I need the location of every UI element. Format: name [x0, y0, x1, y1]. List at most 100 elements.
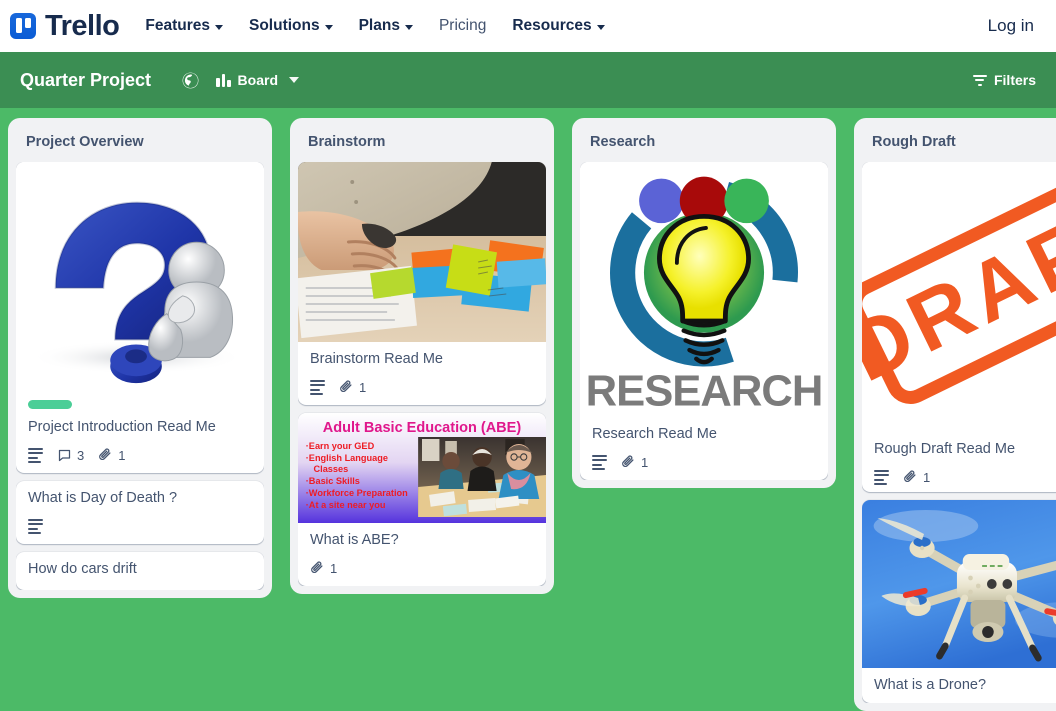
nav-item-plans-label: Plans: [358, 17, 400, 34]
card-badges: [28, 518, 252, 535]
paperclip-icon: [340, 380, 352, 392]
comments-badge: 3: [57, 448, 84, 463]
attachments-count: 1: [359, 379, 367, 395]
list-research[interactable]: Research RESEARCH Research Read Me 1: [572, 118, 836, 489]
svg-text:·English Language: ·English Language: [306, 453, 388, 463]
quadcopter-drone-photo: [862, 499, 1056, 668]
card-body: Project Introduction Read Me 3 1: [16, 390, 264, 473]
filters-label: Filters: [993, 72, 1036, 88]
card-body: What is Day of Death ?: [16, 481, 264, 544]
nav-item-features[interactable]: Features: [145, 17, 223, 35]
list-title[interactable]: Brainstorm: [298, 126, 546, 162]
board-view-switcher[interactable]: Board: [208, 66, 307, 94]
card-badges: 1: [310, 561, 534, 576]
card-body: Brainstorm Read Me 1: [298, 342, 546, 405]
filter-funnel-icon: [972, 74, 987, 86]
description-icon: [592, 454, 607, 471]
nav-item-solutions[interactable]: Solutions: [249, 17, 333, 35]
board-header: Quarter Project Board Filters: [0, 52, 1056, 108]
attachments-badge: 1: [903, 470, 930, 485]
question-mark-thinker-image: [16, 162, 264, 390]
card-title: What is Day of Death ?: [28, 490, 178, 507]
card-body: Rough Draft Read Me 1: [862, 432, 1056, 492]
list-cards: Project Introduction Read Me 3 1 What is…: [16, 162, 264, 590]
nav-item-pricing-label: Pricing: [438, 17, 487, 34]
comments-count: 3: [77, 447, 85, 463]
trello-logo[interactable]: Trello: [10, 10, 120, 43]
svg-text:·At a site near you: ·At a site near you: [306, 500, 386, 510]
board-canvas: Project Overview Project Introduction Re…: [0, 108, 1056, 711]
description-icon: [310, 379, 325, 396]
attachments-badge: 1: [98, 448, 125, 463]
nav-item-resources[interactable]: Resources: [512, 17, 605, 35]
paperclip-icon: [904, 470, 916, 482]
attachments-badge: 1: [621, 455, 648, 470]
svg-text:·Basic Skills: ·Basic Skills: [306, 476, 360, 486]
research-lightbulb-logo: RESEARCH: [580, 162, 828, 417]
card-body: How do cars drift: [16, 552, 264, 590]
card-body: What is a Drone?: [862, 668, 1056, 703]
card-what-is-day-of-death[interactable]: What is Day of Death ?: [16, 481, 264, 545]
card-title: Research Read Me: [592, 426, 717, 442]
svg-text:·Workforce Preparation: ·Workforce Preparation: [306, 488, 408, 498]
hands-sticky-notes-photo: [298, 162, 546, 342]
card-badges: 1: [874, 469, 1056, 486]
list-title[interactable]: Rough Draft: [862, 126, 1056, 162]
card-badges: 1: [310, 379, 534, 396]
card-rough-draft-read-me[interactable]: DRAFT Rough Draft Read Me 1: [862, 162, 1056, 492]
trello-mark-icon: [10, 13, 36, 39]
description-badge: [592, 454, 607, 471]
card-title: What is a Drone?: [874, 676, 987, 693]
list-title[interactable]: Research: [580, 126, 828, 162]
filters-button[interactable]: Filters: [965, 66, 1044, 94]
attachments-count: 1: [330, 560, 338, 576]
list-cards: DRAFT Rough Draft Read Me 1 What is a Dr…: [862, 162, 1056, 703]
card-badges: 1: [592, 454, 816, 471]
card-title: Project Introduction Read Me: [28, 419, 216, 435]
chevron-down-icon: [324, 24, 333, 30]
card-title: What is ABE?: [310, 532, 399, 549]
svg-text:·Earn your GED: ·Earn your GED: [306, 441, 375, 451]
nav-item-plans[interactable]: Plans: [359, 17, 413, 35]
svg-text:Classes: Classes: [314, 464, 349, 474]
list-brainstorm[interactable]: Brainstorm Brainstorm Read Me 1 Adult Ba…: [290, 118, 554, 594]
card-brainstorm-read-me[interactable]: Brainstorm Read Me 1: [298, 162, 546, 406]
list-project-overview[interactable]: Project Overview Project Introduction Re…: [8, 118, 272, 598]
description-icon: [28, 447, 43, 464]
paperclip-icon: [99, 448, 111, 460]
list-cards: Brainstorm Read Me 1 Adult Basic Educati…: [298, 162, 546, 586]
card-what-is-a-drone[interactable]: What is a Drone?: [862, 499, 1056, 703]
list-title[interactable]: Project Overview: [16, 126, 264, 162]
description-badge: [874, 469, 889, 486]
primary-nav-links: Features Solutions Plans Pricing Resourc…: [145, 17, 605, 35]
login-button[interactable]: Log in: [988, 16, 1040, 36]
card-body: Research Read Me 1: [580, 417, 828, 480]
board-visibility-button[interactable]: [173, 65, 208, 96]
card-what-is-abe[interactable]: Adult Basic Education (ABE) ·Earn your G…: [298, 413, 546, 586]
research-wordmark: RESEARCH: [586, 367, 823, 415]
board-title[interactable]: Quarter Project: [12, 66, 159, 95]
board-header-right: Filters: [965, 66, 1044, 94]
attachments-count: 1: [641, 454, 649, 470]
chevron-down-icon: [289, 77, 299, 83]
card-project-introduction-read-me[interactable]: Project Introduction Read Me 3 1: [16, 162, 264, 474]
chevron-down-icon: [596, 24, 605, 30]
draft-stamp-image: DRAFT: [862, 162, 1056, 432]
card-title: How do cars drift: [28, 561, 137, 578]
attachments-badge: 1: [339, 380, 366, 395]
card-title: Rough Draft Read Me: [874, 441, 1016, 457]
list-rough-draft[interactable]: Rough Draft DRAFT Rough Draft Read Me 1 …: [854, 118, 1056, 711]
globe-icon: [182, 72, 199, 88]
card-how-do-cars-drift[interactable]: How do cars drift: [16, 552, 264, 590]
abe-heading: Adult Basic Education (ABE): [323, 420, 521, 436]
card-research-read-me[interactable]: RESEARCH Research Read Me 1: [580, 162, 828, 481]
nav-item-resources-label: Resources: [512, 17, 592, 34]
paperclip-icon: [622, 455, 634, 467]
comment-icon: [58, 449, 71, 461]
board-view-label: Board: [237, 72, 278, 88]
paperclip-icon: [311, 561, 323, 573]
description-icon: [28, 518, 43, 535]
card-label[interactable]: [28, 400, 72, 409]
card-body: What is ABE? 1: [298, 523, 546, 586]
nav-item-pricing[interactable]: Pricing: [439, 17, 486, 35]
